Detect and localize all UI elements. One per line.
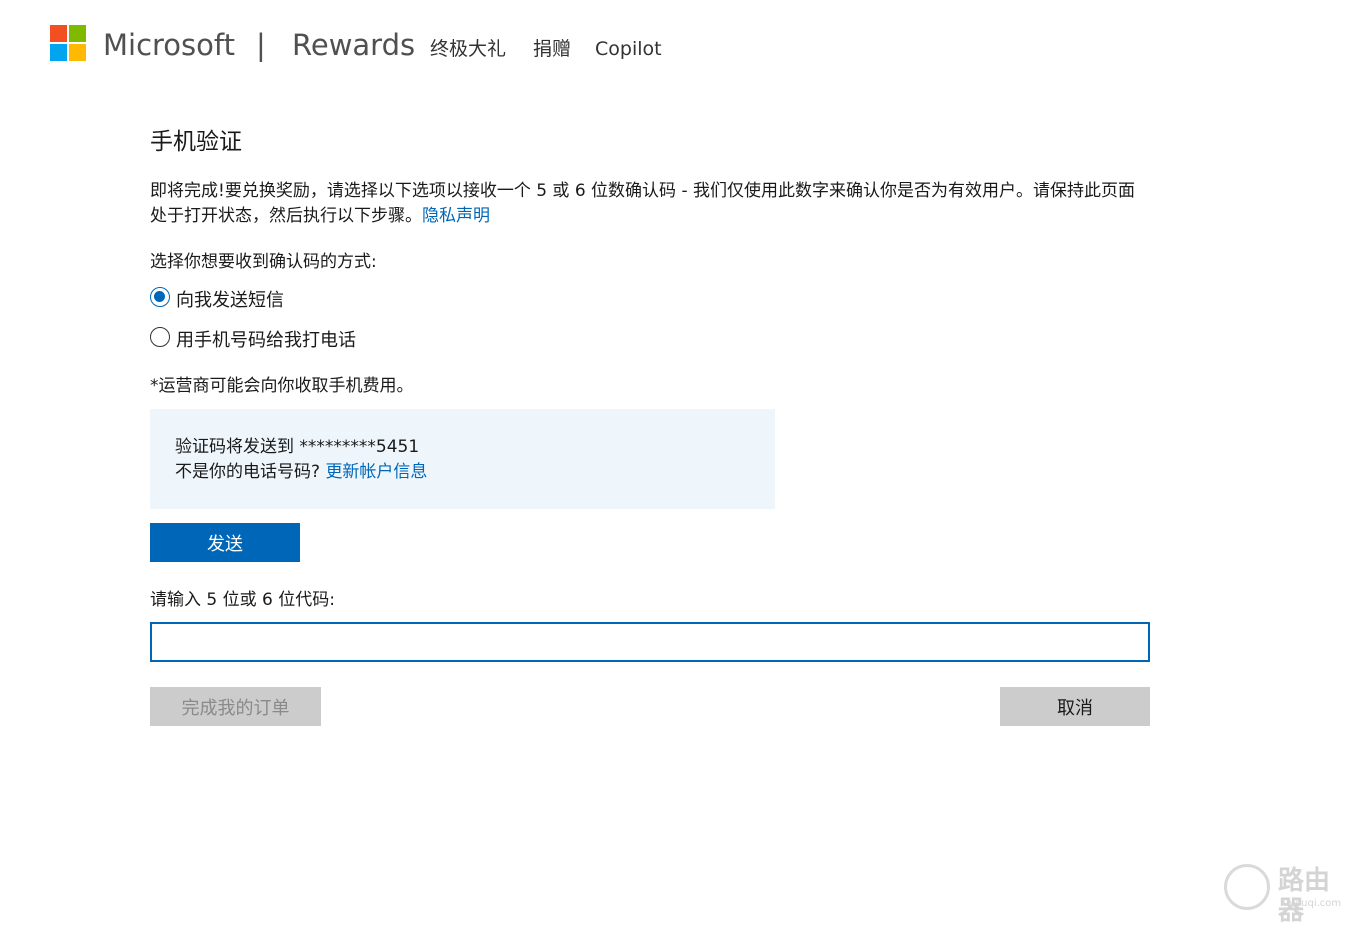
radio-sms[interactable] [150, 287, 170, 307]
send-button[interactable]: 发送 [150, 523, 300, 562]
cancel-button[interactable]: 取消 [1000, 687, 1150, 726]
sent-to-label: 验证码将发送到 [175, 437, 294, 457]
watermark-subtext: luyouqi.com [1280, 898, 1342, 909]
privacy-link[interactable]: 隐私声明 [422, 206, 490, 226]
code-input[interactable] [150, 622, 1150, 662]
microsoft-logo-icon[interactable] [50, 25, 87, 62]
carrier-note: *运营商可能会向你收取手机费用。 [150, 376, 414, 396]
masked-phone-number: *********5451 [299, 437, 420, 457]
sent-to-line: 验证码将发送到 *********5451 [175, 435, 419, 460]
nav-item-ultimate-gifts[interactable]: 终极大礼 [430, 36, 506, 62]
option-call-label: 用手机号码给我打电话 [176, 330, 356, 351]
product-name[interactable]: Rewards [292, 26, 415, 64]
watermark-text: 路由器 [1278, 866, 1331, 926]
watermark-logo: 路由器 luyouqi.com [1224, 862, 1354, 926]
complete-order-button[interactable]: 完成我的订单 [150, 687, 321, 726]
not-your-number-line: 不是你的电话号码? 更新帐户信息 [175, 460, 427, 485]
option-sms-label: 向我发送短信 [176, 290, 284, 311]
page-title: 手机验证 [150, 129, 242, 155]
update-account-link[interactable]: 更新帐户信息 [325, 462, 427, 482]
info-box: 验证码将发送到 *********5451 不是你的电话号码? 更新帐户信息 [150, 409, 775, 509]
description-body: 即将完成!要兑换奖励，请选择以下选项以接收一个 5 或 6 位数确认码 - 我们… [150, 181, 1136, 226]
nav-item-donate[interactable]: 捐赠 [533, 36, 571, 62]
page: Microsoft | Rewards 终极大礼 捐赠 Copilot 手机验证… [0, 0, 1366, 931]
header-divider: | [256, 28, 266, 62]
router-icon [1224, 864, 1270, 910]
description-text: 即将完成!要兑换奖励，请选择以下选项以接收一个 5 或 6 位数确认码 - 我们… [150, 179, 1145, 229]
code-input-label: 请输入 5 位或 6 位代码: [150, 590, 335, 610]
option-sms[interactable]: 向我发送短信 [150, 284, 284, 311]
nav-item-copilot[interactable]: Copilot [595, 36, 662, 62]
radio-call[interactable] [150, 327, 170, 347]
site-header: Microsoft | Rewards 终极大礼 捐赠 Copilot [0, 0, 1366, 90]
not-your-number-text: 不是你的电话号码? [175, 462, 321, 482]
choose-method-label: 选择你想要收到确认码的方式: [150, 252, 377, 272]
brand-name[interactable]: Microsoft [103, 26, 235, 64]
option-call[interactable]: 用手机号码给我打电话 [150, 324, 356, 351]
